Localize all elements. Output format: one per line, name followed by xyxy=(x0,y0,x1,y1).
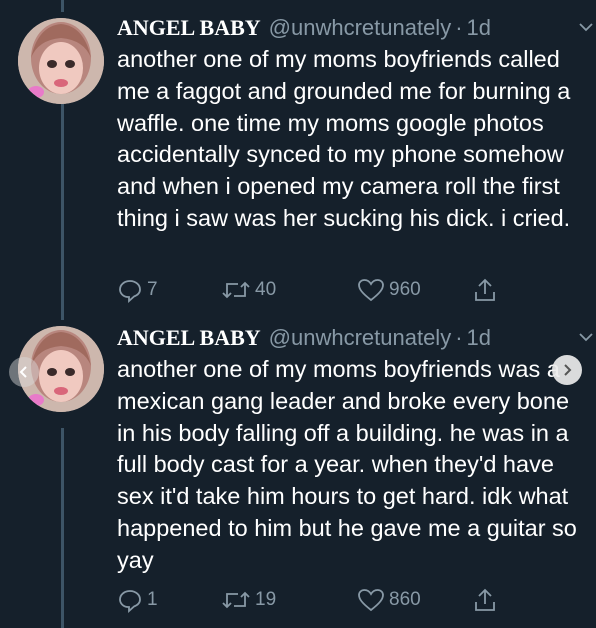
timestamp[interactable]: 1d xyxy=(467,15,491,41)
tweet-text: another one of my moms boyfriends called… xyxy=(117,46,571,231)
retweet-count: 19 xyxy=(255,589,277,610)
display-name[interactable]: ANGEL BABY xyxy=(117,325,261,351)
retweet-button[interactable]: 40 xyxy=(221,276,276,304)
retweet-button[interactable]: 19 xyxy=(221,586,276,614)
timestamp[interactable]: 1d xyxy=(467,325,491,351)
separator-dot: · xyxy=(455,15,463,40)
carousel-next-button[interactable] xyxy=(552,355,582,385)
tweet[interactable]: ANGEL BABY @unwhcretunately · 1d another… xyxy=(0,14,596,314)
chevron-down-icon[interactable] xyxy=(577,18,595,36)
display-name[interactable]: ANGEL BABY xyxy=(117,15,261,41)
share-upload-icon xyxy=(475,278,495,301)
chevron-right-icon xyxy=(564,364,572,376)
tweet-text: another one of my moms boyfriends was a … xyxy=(117,356,577,573)
avatar[interactable] xyxy=(18,18,104,104)
like-count: 960 xyxy=(389,279,421,300)
like-count: 860 xyxy=(389,589,421,610)
separator-dot: · xyxy=(455,325,463,350)
thread-line-top xyxy=(61,0,64,12)
reply-count: 7 xyxy=(147,279,158,300)
retweet-arrows-icon xyxy=(222,281,250,299)
tweet[interactable]: ANGEL BABY @unwhcretunately · 1d another… xyxy=(0,324,596,624)
share-upload-icon xyxy=(475,588,495,611)
reply-button[interactable]: 7 xyxy=(117,276,158,304)
retweet-arrows-icon xyxy=(222,591,250,609)
share-button[interactable] xyxy=(472,586,498,614)
reply-count: 1 xyxy=(147,589,158,610)
like-button[interactable]: 860 xyxy=(357,586,421,614)
speech-bubble-icon xyxy=(119,590,141,613)
retweet-count: 40 xyxy=(255,279,277,300)
chevron-down-icon[interactable] xyxy=(577,328,595,346)
chevron-left-icon xyxy=(19,366,27,378)
heart-icon xyxy=(358,589,384,612)
speech-bubble-icon xyxy=(119,280,141,303)
reply-button[interactable]: 1 xyxy=(117,586,158,614)
carousel-prev-button[interactable] xyxy=(9,357,39,387)
share-button[interactable] xyxy=(472,276,498,304)
handle[interactable]: @unwhcretunately xyxy=(269,325,452,351)
like-button[interactable]: 960 xyxy=(357,276,421,304)
heart-icon xyxy=(358,279,384,302)
handle[interactable]: @unwhcretunately xyxy=(269,15,452,41)
